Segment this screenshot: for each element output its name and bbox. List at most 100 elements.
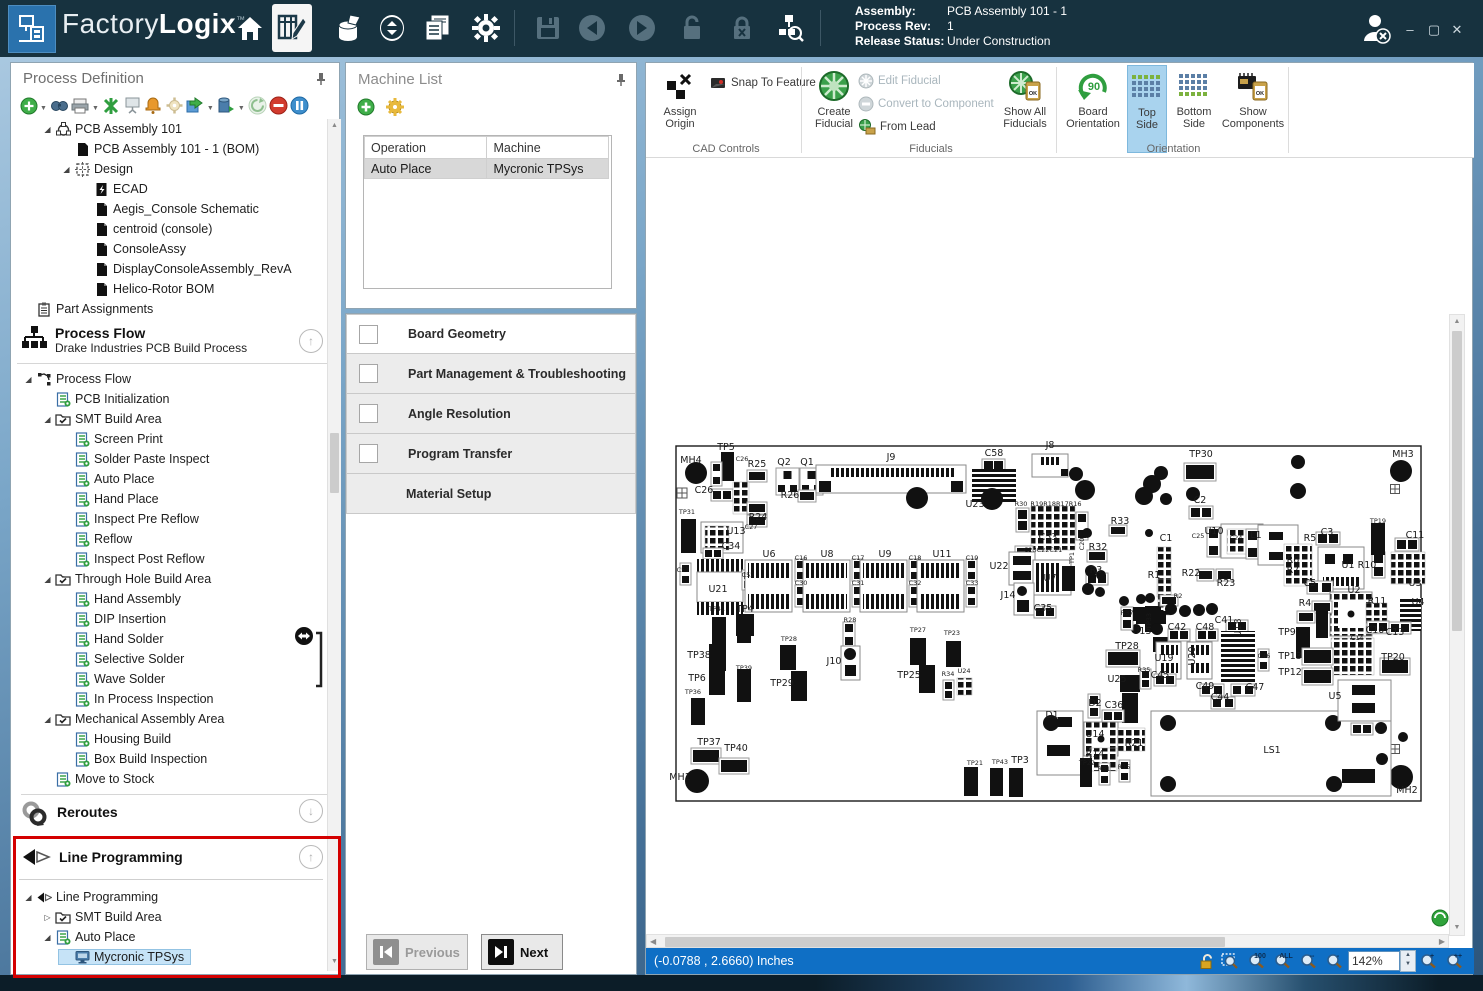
machine-row[interactable]: Auto PlaceMycronic TPSys <box>365 159 609 179</box>
tree-item[interactable]: Wave Solder <box>15 669 224 689</box>
zoom-in-icon[interactable]: + <box>1419 952 1439 970</box>
tree-expander[interactable]: ◢ <box>21 893 36 902</box>
feeder-setup-icon[interactable] <box>330 8 370 48</box>
tree-item[interactable]: Inspect Pre Reflow <box>15 509 224 529</box>
save-icon[interactable] <box>528 8 568 48</box>
section-checkbox[interactable] <box>359 325 378 344</box>
minimize-button[interactable]: – <box>1400 22 1420 37</box>
tree-item[interactable]: Inspect Post Reflow <box>15 549 224 569</box>
machine-cell[interactable]: Auto Place <box>365 159 487 179</box>
machine-cell[interactable]: Mycronic TPSys <box>487 159 609 179</box>
next-button[interactable]: Next <box>481 934 563 970</box>
section-angle-resolution[interactable]: Angle Resolution <box>346 394 636 434</box>
tree-expander[interactable]: ▷ <box>40 913 55 922</box>
canvas-vscrollbar[interactable]: ▲ ▼ <box>1449 314 1465 936</box>
process-flow-header[interactable]: Process Flow Drake Industries PCB Build … <box>21 325 247 355</box>
user-logout-icon[interactable] <box>1355 8 1395 48</box>
add-icon[interactable] <box>19 96 38 115</box>
gear-pale-icon[interactable] <box>165 96 184 115</box>
show-components-button[interactable]: OK Show Components <box>1220 69 1286 130</box>
tree-expander[interactable]: ◢ <box>40 415 55 424</box>
edit-fiducial-button[interactable]: Edit Fiducial <box>858 71 941 91</box>
show-all-fiducials-button[interactable]: OK Show All Fiducials <box>996 69 1054 130</box>
tree-item[interactable]: ◢PCB Assembly 101 <box>15 119 292 139</box>
close-button[interactable]: ✕ <box>1447 22 1467 38</box>
documents-icon[interactable] <box>418 8 458 48</box>
section-checkbox[interactable] <box>359 404 378 423</box>
tree-expander[interactable]: ◢ <box>21 375 36 384</box>
tree-expander[interactable]: ◢ <box>40 715 55 724</box>
collapse-up-icon[interactable]: ↑ <box>299 845 323 869</box>
zoom-all-icon[interactable]: ALL <box>1273 952 1293 970</box>
top-side-button[interactable]: Top Side <box>1127 65 1167 153</box>
zoom-region-icon[interactable] <box>1221 952 1241 970</box>
tree-item[interactable]: PCB Assembly 101 - 1 (BOM) <box>15 139 292 159</box>
pin-icon[interactable] <box>614 73 628 92</box>
deploy-icon[interactable] <box>217 96 236 115</box>
present-icon[interactable] <box>123 96 142 115</box>
collapse-up-icon[interactable]: ↑ <box>299 329 323 353</box>
zoom-out-icon[interactable]: - <box>1325 952 1345 970</box>
tree-item[interactable]: Mycronic TPSys <box>15 947 190 967</box>
section-checkbox[interactable] <box>359 364 378 383</box>
maximize-button[interactable]: ▢ <box>1424 22 1444 38</box>
reroute-marker-icon[interactable] <box>294 626 330 701</box>
add-machine-icon[interactable] <box>356 97 375 116</box>
zoom-spinner[interactable]: ▲▼ <box>1400 950 1416 972</box>
tree-item[interactable]: ECAD <box>15 179 292 199</box>
create-fiducial-button[interactable]: Create Fiducial <box>808 69 860 130</box>
redo-icon[interactable] <box>622 8 662 48</box>
zoom-100-icon[interactable]: 100 <box>1247 952 1267 970</box>
compare-icon[interactable] <box>102 96 121 115</box>
tree-item[interactable]: Aegis_Console Schematic <box>15 199 292 219</box>
tree-item[interactable]: ◢Line Programming <box>15 887 190 907</box>
tree-item[interactable]: Move to Stock <box>15 769 224 789</box>
section-program-transfer[interactable]: Program Transfer <box>346 434 636 474</box>
tree-item[interactable]: ◢Auto Place <box>15 927 190 947</box>
convert-to-component-button[interactable]: Convert to Component <box>858 94 994 114</box>
zoom-out-fast-icon[interactable]: -- <box>1299 952 1319 970</box>
dropdown-caret-icon[interactable]: ▼ <box>40 105 47 112</box>
reroutes-header[interactable]: Reroutes <box>21 794 327 827</box>
sync-icon[interactable] <box>372 8 412 48</box>
undo-icon[interactable] <box>572 8 612 48</box>
tree-item[interactable]: PCB Initialization <box>15 389 224 409</box>
assign-origin-button[interactable]: Assign Origin <box>652 69 708 130</box>
tree-item[interactable]: Helico-Rotor BOM <box>15 279 292 299</box>
pause-icon[interactable] <box>290 96 309 115</box>
find-icon[interactable] <box>50 96 69 115</box>
tree-expander[interactable]: ◢ <box>40 125 55 134</box>
home-icon[interactable] <box>230 8 270 48</box>
expand-down-icon[interactable]: ↓ <box>299 799 323 823</box>
tree-item[interactable]: Screen Print <box>15 429 224 449</box>
stop-icon[interactable] <box>269 96 288 115</box>
machine-col-header[interactable]: Operation <box>365 137 487 159</box>
tree-expander[interactable]: ◢ <box>59 165 74 174</box>
machine-col-header[interactable]: Machine <box>487 137 609 159</box>
tree-item[interactable]: Housing Build <box>15 729 224 749</box>
line-programming-header[interactable]: Line Programming <box>21 847 183 869</box>
tree-item[interactable]: Hand Solder <box>15 629 224 649</box>
refresh-icon[interactable] <box>248 96 267 115</box>
left-scrollbar[interactable]: ▲ ▼ <box>327 119 341 971</box>
pin-icon[interactable] <box>314 72 328 91</box>
print-icon[interactable] <box>71 96 90 115</box>
tree-item[interactable]: Hand Place <box>15 489 224 509</box>
previous-button[interactable]: Previous <box>366 934 468 970</box>
tree-item[interactable]: DIP Insertion <box>15 609 224 629</box>
machine-table[interactable]: OperationMachineAuto PlaceMycronic TPSys <box>364 136 609 179</box>
zoom-in-fast-icon[interactable]: ++ <box>1445 952 1465 970</box>
tree-item[interactable]: Box Build Inspection <box>15 749 224 769</box>
tree-item[interactable]: ◢Design <box>15 159 292 179</box>
pan-overview-button[interactable] <box>1431 909 1449 932</box>
section-checkbox[interactable] <box>359 444 378 463</box>
section-board-geometry[interactable]: Board Geometry <box>346 314 636 354</box>
tree-item[interactable]: centroid (console) <box>15 219 292 239</box>
tree-item[interactable]: Selective Solder <box>15 649 224 669</box>
tree-item[interactable]: Part Assignments <box>15 299 292 319</box>
bell-icon[interactable] <box>144 96 163 115</box>
flow-search-icon[interactable] <box>770 8 810 48</box>
tree-item[interactable]: Reflow <box>15 529 224 549</box>
tree-item[interactable]: In Process Inspection <box>15 689 224 709</box>
canvas-hscrollbar[interactable]: ◀ ▶ <box>646 934 1449 948</box>
